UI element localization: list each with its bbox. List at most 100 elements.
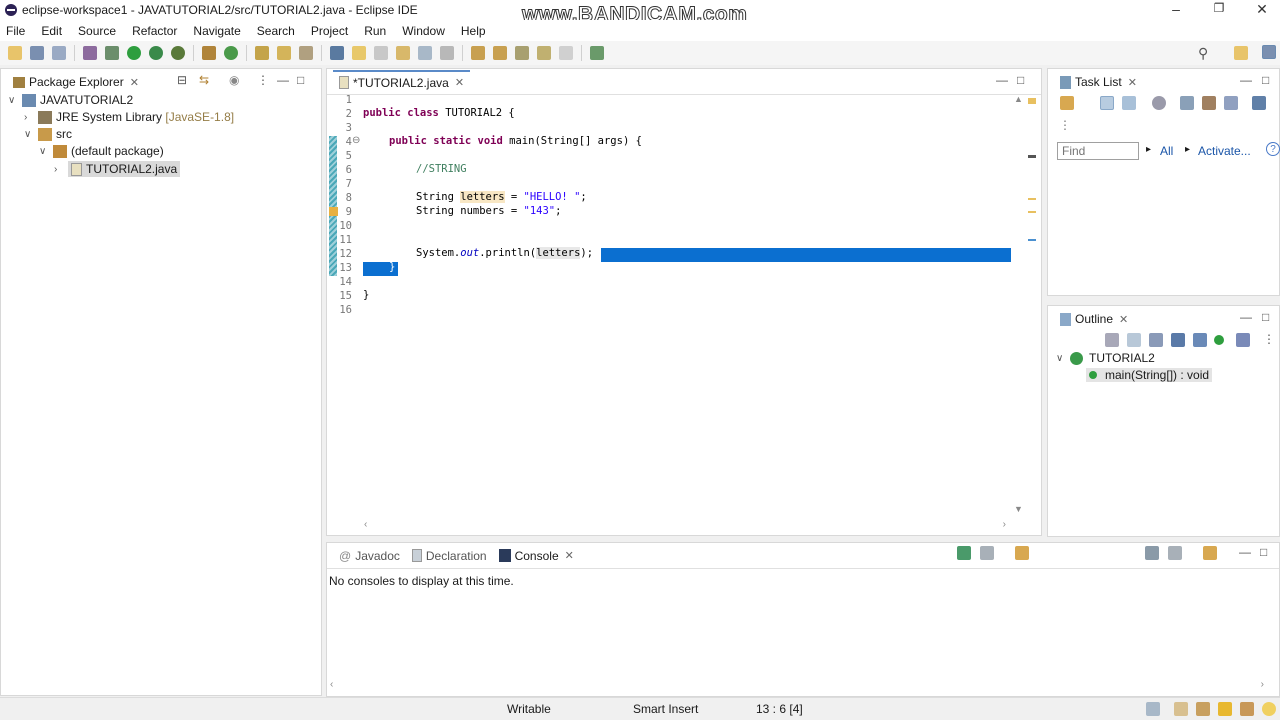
- view-menu-icon[interactable]: ⋮: [257, 73, 269, 87]
- menu-help[interactable]: Help: [461, 24, 486, 38]
- code-line-9[interactable]: String numbers = "143";: [416, 205, 561, 217]
- overview-selection-marker[interactable]: [1028, 239, 1036, 241]
- tab-outline[interactable]: Outline ✕: [1054, 307, 1135, 331]
- menu-navigate[interactable]: Navigate: [193, 24, 240, 38]
- categorized-icon[interactable]: [1100, 96, 1114, 110]
- outline-class-item[interactable]: ∨ TUTORIAL2: [1056, 351, 1155, 365]
- code-line-12[interactable]: System.out.println(letters);: [416, 247, 593, 259]
- scroll-down-icon[interactable]: ▼: [1014, 504, 1023, 514]
- previous-annotation-icon[interactable]: [493, 46, 507, 60]
- maximize-button[interactable]: ❐: [1209, 1, 1229, 15]
- console-horizontal-scrollbar[interactable]: ‹ ›: [330, 679, 1264, 692]
- code-line-15[interactable]: }: [363, 289, 369, 301]
- save-all-icon[interactable]: [52, 46, 66, 60]
- link-editor-icon[interactable]: ⇆: [199, 73, 209, 87]
- scroll-left-icon[interactable]: ‹: [330, 679, 333, 690]
- minimize-view-icon[interactable]: —: [1240, 73, 1252, 87]
- overview-occurrence-marker[interactable]: [1028, 198, 1036, 200]
- vertical-scrollbar[interactable]: ▲ ▼: [1014, 94, 1023, 514]
- hide-static-icon[interactable]: [1171, 333, 1185, 347]
- open-type-icon[interactable]: [255, 46, 269, 60]
- new-java-project-icon[interactable]: [202, 46, 216, 60]
- sort-icon[interactable]: [1149, 333, 1163, 347]
- java-perspective-icon[interactable]: [1262, 45, 1276, 59]
- overview-occurrence-marker[interactable]: [1028, 211, 1036, 213]
- new-console-icon[interactable]: [1203, 546, 1217, 560]
- menu-project[interactable]: Project: [311, 24, 348, 38]
- code-line-8[interactable]: String letters = "HELLO! ";: [416, 191, 587, 203]
- find-input[interactable]: [1057, 142, 1139, 160]
- menu-file[interactable]: File: [6, 24, 25, 38]
- tab-javadoc[interactable]: @ Javadoc: [333, 544, 406, 568]
- debug-icon[interactable]: [105, 46, 119, 60]
- tab-task-list[interactable]: Task List ✕: [1054, 70, 1143, 94]
- tip-icon[interactable]: [1262, 702, 1276, 716]
- code-line-4[interactable]: public static void main(String[] args) {: [389, 135, 642, 147]
- new-icon[interactable]: [8, 46, 22, 60]
- public-filter-icon[interactable]: [1214, 335, 1224, 345]
- skip-breakpoints-icon[interactable]: [83, 46, 97, 60]
- close-tab-icon[interactable]: ✕: [565, 549, 574, 562]
- open-perspective-icon[interactable]: [1234, 46, 1248, 60]
- menu-search[interactable]: Search: [257, 24, 295, 38]
- minimize-view-icon[interactable]: —: [277, 73, 289, 87]
- more-icon[interactable]: ⋮: [1059, 118, 1071, 132]
- tree-item-project[interactable]: ∨ JAVATUTORIAL2: [8, 93, 133, 107]
- tree-item-src[interactable]: ∨ src: [24, 127, 72, 141]
- scheduled-icon[interactable]: [1122, 96, 1136, 110]
- sync-icon[interactable]: [1224, 96, 1238, 110]
- maximize-view-icon[interactable]: □: [1017, 73, 1024, 87]
- fold-icon[interactable]: ⊖: [352, 135, 360, 146]
- close-window-button[interactable]: ✕: [1252, 1, 1272, 18]
- help-icon[interactable]: ?: [1266, 142, 1280, 156]
- search-icon[interactable]: ⚲: [1198, 45, 1208, 62]
- status-icon-1[interactable]: [1146, 702, 1160, 716]
- tab-package-explorer[interactable]: Package Explorer ✕: [7, 70, 145, 94]
- maximize-view-icon[interactable]: □: [1262, 73, 1269, 87]
- scroll-right-icon[interactable]: ›: [1261, 679, 1264, 690]
- status-icon-5[interactable]: [1240, 702, 1254, 716]
- menu-run[interactable]: Run: [364, 24, 386, 38]
- word-wrap-icon[interactable]: [396, 46, 410, 60]
- external-tools-icon[interactable]: [171, 46, 185, 60]
- pilcrow-icon[interactable]: [440, 46, 454, 60]
- maximize-view-icon[interactable]: □: [1262, 310, 1269, 324]
- maximize-view-icon[interactable]: □: [297, 73, 304, 87]
- code-line-6[interactable]: //STRING: [416, 163, 467, 175]
- outline-method-item[interactable]: main(String[]) : void: [1086, 368, 1213, 382]
- show-whitespace-icon[interactable]: [418, 46, 432, 60]
- minimize-button[interactable]: –: [1166, 1, 1186, 17]
- minimize-view-icon[interactable]: —: [1240, 310, 1252, 324]
- filters-icon[interactable]: ◉: [229, 73, 239, 87]
- last-edit-icon[interactable]: [515, 46, 529, 60]
- menu-source[interactable]: Source: [78, 24, 116, 38]
- open-console-icon[interactable]: [1015, 546, 1029, 560]
- overview-warning-marker[interactable]: [1028, 98, 1036, 104]
- run-icon[interactable]: [127, 46, 141, 60]
- open-task-icon[interactable]: [277, 46, 291, 60]
- forward-icon[interactable]: [559, 46, 573, 60]
- toggle-breadcrumb-icon[interactable]: [330, 46, 344, 60]
- close-tab-icon[interactable]: ✕: [455, 76, 464, 89]
- hide-local-types-icon[interactable]: [1236, 333, 1250, 347]
- next-annotation-icon[interactable]: [471, 46, 485, 60]
- menu-edit[interactable]: Edit: [41, 24, 62, 38]
- task-repos-icon[interactable]: [1252, 96, 1266, 110]
- focus-icon[interactable]: [1202, 96, 1216, 110]
- horizontal-scrollbar[interactable]: ‹ ›: [364, 519, 1006, 531]
- search-tool-icon[interactable]: [299, 46, 313, 60]
- code-line-13[interactable]: }: [389, 261, 395, 273]
- scroll-up-icon[interactable]: ▲: [1014, 94, 1023, 104]
- collapse-icon[interactable]: [1180, 96, 1194, 110]
- close-tab-icon[interactable]: ✕: [130, 76, 139, 89]
- view-menu-icon[interactable]: ⋮: [1263, 332, 1275, 346]
- scroll-right-icon[interactable]: ›: [1003, 519, 1006, 530]
- pin-view-icon[interactable]: [1145, 546, 1159, 560]
- minimize-view-icon[interactable]: —: [1239, 545, 1251, 559]
- view-console-icon[interactable]: [1168, 546, 1182, 560]
- tab-tutorial2-java[interactable]: *TUTORIAL2.java ✕: [333, 69, 471, 94]
- hide-completed-icon[interactable]: [1152, 96, 1166, 110]
- status-icon-3[interactable]: [1196, 702, 1210, 716]
- back-icon[interactable]: [537, 46, 551, 60]
- display-console-icon[interactable]: [980, 546, 994, 560]
